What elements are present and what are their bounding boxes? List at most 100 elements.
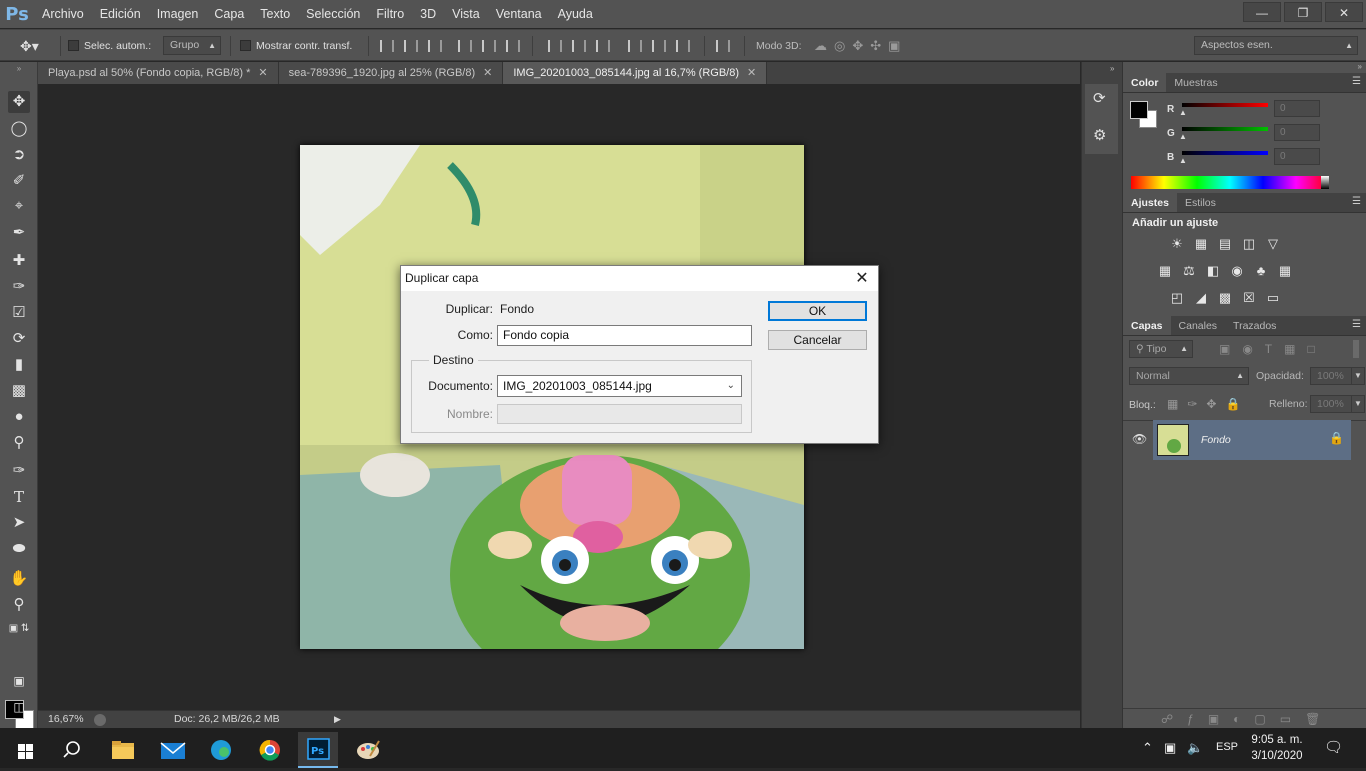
status-menu-arrow-icon[interactable]: ▶ xyxy=(334,711,341,728)
crop-tool-icon[interactable]: ⌖ xyxy=(8,195,30,217)
ellipse-tool-icon[interactable]: ⬬ xyxy=(8,538,30,560)
menu-vista[interactable]: Vista xyxy=(444,0,488,28)
menu-capa[interactable]: Capa xyxy=(206,0,252,28)
workspace-select[interactable]: Aspectos esen. ▲ xyxy=(1194,36,1358,55)
panel-menu-icon[interactable]: ☰ xyxy=(1352,196,1361,207)
move-tool-icon[interactable]: ✥ xyxy=(8,91,30,113)
tab-estilos[interactable]: Estilos xyxy=(1177,193,1224,212)
photo-filter-icon[interactable]: ◉ xyxy=(1229,264,1245,278)
close-icon[interactable]: ✕ xyxy=(747,67,756,79)
start-button[interactable] xyxy=(4,732,44,768)
collapse-icon[interactable]: » xyxy=(1110,64,1114,73)
layer-footer-icons[interactable]: ☍ƒ▣◐▢▭🗑 xyxy=(1161,712,1334,726)
eyedropper-tool-icon[interactable]: ✒ xyxy=(8,222,30,244)
document-select[interactable]: IMG_20201003_085144.jpg ⌄ xyxy=(497,375,742,397)
menu-ventana[interactable]: Ventana xyxy=(488,0,550,28)
paint-button[interactable] xyxy=(348,732,388,768)
as-name-input[interactable]: Fondo copia xyxy=(497,325,752,346)
fill-input[interactable]: 100% xyxy=(1310,395,1352,413)
layer-filter-select[interactable]: ⚲ Tipo ▲ xyxy=(1129,340,1193,358)
quick-mask-icon[interactable]: ▣ xyxy=(8,670,30,692)
tab-capas[interactable]: Capas xyxy=(1123,316,1171,335)
properties-panel-icon[interactable]: ⚙ xyxy=(1093,126,1106,144)
gradient-tool-icon[interactable]: ▩ xyxy=(8,380,30,402)
history-panel-icon[interactable]: ⟳ xyxy=(1093,89,1106,107)
move-tool-preset-icon[interactable]: ✥▾ xyxy=(20,38,39,54)
status-info-icon[interactable] xyxy=(94,714,106,726)
tab-canales[interactable]: Canales xyxy=(1171,316,1226,335)
black-white-icon[interactable]: ◧ xyxy=(1205,264,1221,278)
levels-icon[interactable]: ▦ xyxy=(1193,237,1209,251)
blend-mode-select[interactable]: Normal ▲ xyxy=(1129,367,1249,385)
visibility-eye-icon[interactable]: 👁 xyxy=(1132,432,1147,446)
align-top-icon[interactable] xyxy=(380,40,394,52)
tab-ajustes[interactable]: Ajustes xyxy=(1123,193,1177,212)
posterize-icon[interactable]: ◢ xyxy=(1193,291,1209,305)
blue-value-input[interactable]: 0 xyxy=(1274,148,1320,165)
foreground-color-swatch[interactable] xyxy=(1130,101,1148,119)
chrome-button[interactable] xyxy=(250,732,290,768)
tab-sea[interactable]: sea-789396_1920.jpg al 25% (RGB/8) ✕ xyxy=(278,62,504,84)
filter-toggle[interactable] xyxy=(1353,340,1359,358)
gradient-map-icon[interactable]: ▭ xyxy=(1265,291,1281,305)
panel-menu-icon[interactable]: ☰ xyxy=(1352,319,1361,330)
chevron-up-icon[interactable]: ⌃ xyxy=(1142,740,1153,756)
screen-mode-icon[interactable]: ◫ xyxy=(8,696,30,718)
distribute-bottom-icon[interactable] xyxy=(596,40,610,52)
pen-tool-icon[interactable]: ✑ xyxy=(8,460,30,482)
menu-seleccion[interactable]: Selección xyxy=(298,0,368,28)
edge-button[interactable] xyxy=(200,732,240,768)
tab-muestras[interactable]: Muestras xyxy=(1166,73,1225,92)
clock[interactable]: 9:05 a. m. 3/10/2020 xyxy=(1242,732,1312,764)
invert-icon[interactable]: ◰ xyxy=(1169,291,1185,305)
distribute-right-icon[interactable] xyxy=(676,40,690,52)
green-value-input[interactable]: 0 xyxy=(1274,124,1320,141)
file-explorer-button[interactable] xyxy=(102,732,142,768)
healing-brush-tool-icon[interactable]: ✚ xyxy=(8,250,30,272)
tab-playa[interactable]: Playa.psd al 50% (Fondo copia, RGB/8) * ✕ xyxy=(38,62,279,84)
red-value-input[interactable]: 0 xyxy=(1274,100,1320,117)
color-balance-icon[interactable]: ⚖ xyxy=(1181,264,1197,278)
layer-row-fondo[interactable]: Fondo 🔒 xyxy=(1153,420,1351,460)
zoom-tool-icon[interactable]: ⚲ xyxy=(8,594,30,616)
menu-archivo[interactable]: Archivo xyxy=(34,0,92,28)
cancel-button[interactable]: Cancelar xyxy=(768,330,867,350)
zoom-level[interactable]: 16,67% xyxy=(48,711,84,728)
auto-select-checkbox[interactable]: Selec. autom.: xyxy=(68,38,151,54)
layer-filter-icons[interactable]: ▣◉T▦□ xyxy=(1219,342,1327,356)
menu-edicion[interactable]: Edición xyxy=(92,0,149,28)
panel-menu-icon[interactable]: ☰ xyxy=(1352,76,1361,87)
photoshop-taskbar-button[interactable]: Ps xyxy=(298,732,338,768)
tab-trazados[interactable]: Trazados xyxy=(1225,316,1284,335)
history-brush-tool-icon[interactable]: ⟳ xyxy=(8,328,30,350)
type-tool-icon[interactable]: T xyxy=(8,486,30,508)
dodge-tool-icon[interactable]: ⚲ xyxy=(8,432,30,454)
marquee-tool-icon[interactable]: ◯ xyxy=(8,118,30,140)
slider-thumb-icon[interactable]: ▲ xyxy=(1179,108,1187,117)
eraser-tool-icon[interactable]: ▮ xyxy=(8,354,30,376)
auto-align-icon[interactable] xyxy=(716,40,730,52)
collapse-icon[interactable]: » xyxy=(1358,62,1362,71)
quick-selection-tool-icon[interactable]: ✐ xyxy=(8,170,30,192)
hue-saturation-icon[interactable]: ▦ xyxy=(1157,264,1173,278)
slider-thumb-icon[interactable]: ▲ xyxy=(1179,156,1187,165)
bw-ramp[interactable] xyxy=(1321,176,1329,189)
show-transform-checkbox[interactable]: Mostrar contr. transf. xyxy=(240,38,352,54)
distribute-hcenter-icon[interactable] xyxy=(652,40,666,52)
green-slider[interactable] xyxy=(1182,127,1268,131)
default-colors-icon[interactable]: ▣ ⇅ xyxy=(8,618,30,640)
ok-button[interactable]: OK xyxy=(768,301,867,321)
minimize-icon[interactable]: — xyxy=(1243,2,1281,22)
color-spectrum-bar[interactable] xyxy=(1131,176,1329,189)
vibrance-icon[interactable]: ▽ xyxy=(1265,237,1281,251)
distribute-vcenter-icon[interactable] xyxy=(572,40,586,52)
red-slider[interactable] xyxy=(1182,103,1268,107)
menu-texto[interactable]: Texto xyxy=(252,0,298,28)
threshold-icon[interactable]: ▩ xyxy=(1217,291,1233,305)
volume-icon[interactable]: 🔈 xyxy=(1187,740,1203,756)
close-icon[interactable]: ✕ xyxy=(258,67,267,79)
restore-icon[interactable]: ❐ xyxy=(1284,2,1322,22)
slider-thumb-icon[interactable]: ▲ xyxy=(1179,132,1187,141)
distribute-top-icon[interactable] xyxy=(548,40,562,52)
chevron-down-icon[interactable]: ▼ xyxy=(1351,395,1365,413)
